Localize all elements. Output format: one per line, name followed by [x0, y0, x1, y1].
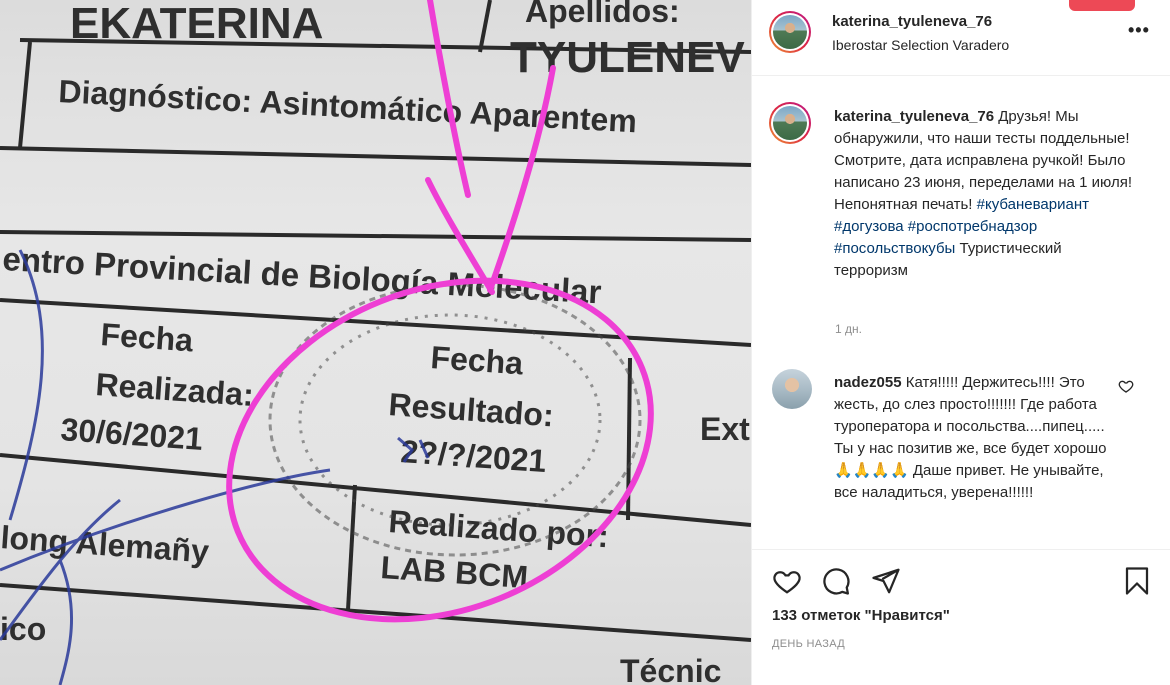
hashtag-link[interactable]: #роспотребнадзор [908, 218, 1037, 235]
caption-text: katerina_tyuleneva_76 Друзья! Мы обнаруж… [834, 106, 1139, 282]
comment-avatar[interactable] [772, 369, 812, 409]
bookmark-icon[interactable] [1122, 566, 1152, 596]
doc-apellidos-label: Apellidos: [525, 0, 680, 29]
post-photo[interactable]: EKATERINA Apellidos: TYULENEV Diagnóstic… [0, 0, 751, 685]
comment-like-heart-icon[interactable] [1118, 378, 1134, 394]
doc-fecha-label: Fecha [100, 316, 195, 358]
post-panel: katerina_tyuleneva_76 Iberostar Selectio… [751, 0, 1170, 685]
caption-username[interactable]: katerina_tyuleneva_76 [834, 108, 994, 125]
header-location[interactable]: Iberostar Selection Varadero [832, 37, 1009, 53]
header-username[interactable]: katerina_tyuleneva_76 [832, 13, 992, 30]
document-photo-svg: EKATERINA Apellidos: TYULENEV Diagnóstic… [0, 0, 751, 685]
doc-resultado-date: 2?/?/2021 [400, 433, 548, 479]
comment-username[interactable]: nadez055 [834, 374, 902, 391]
comment-text: nadez055 Катя!!!!! Держитесь!!!! Это жес… [834, 372, 1119, 504]
doc-surname-value: TYULENEV [510, 33, 745, 82]
doc-name-value: EKATERINA [70, 0, 323, 48]
doc-realizada-label: Realizada: [95, 366, 255, 413]
header-avatar[interactable] [769, 11, 811, 53]
caption-time[interactable]: 1 дн. [835, 322, 862, 336]
hashtag-link[interactable]: #кубаневариант [977, 196, 1089, 213]
heart-icon[interactable] [772, 566, 802, 596]
hashtag-link[interactable]: #посольствокубы [834, 240, 955, 257]
share-icon[interactable] [871, 566, 901, 596]
doc-tecnico-text: Técnic [620, 653, 721, 685]
hashtag-link[interactable]: #догузова [834, 218, 904, 235]
doc-fecha2-label: Fecha [430, 339, 525, 381]
doc-ext-text: Ext [700, 411, 750, 447]
post-date[interactable]: ДЕНЬ НАЗАД [772, 638, 845, 650]
likes-count[interactable]: 133 отметок "Нравится" [772, 607, 950, 624]
caption-avatar[interactable] [769, 102, 811, 144]
post-actions: 133 отметок "Нравится" ДЕНЬ НАЗАД [752, 549, 1170, 685]
doc-aleman-text: long Alemañy [0, 519, 210, 569]
post-header: katerina_tyuleneva_76 Iberostar Selectio… [752, 0, 1170, 76]
comment-icon[interactable] [821, 566, 851, 596]
doc-centro: entro Provincial de Biología Molecular [2, 240, 603, 310]
doc-resultado-label: Resultado: [388, 386, 555, 433]
comment-body: Катя!!!!! Держитесь!!!! Это жесть, до сл… [834, 374, 1107, 501]
doc-realizada-date: 30/6/2021 [60, 411, 205, 457]
more-icon[interactable]: ••• [1128, 20, 1150, 41]
doc-realizado-por: Realizado por: [388, 503, 610, 554]
